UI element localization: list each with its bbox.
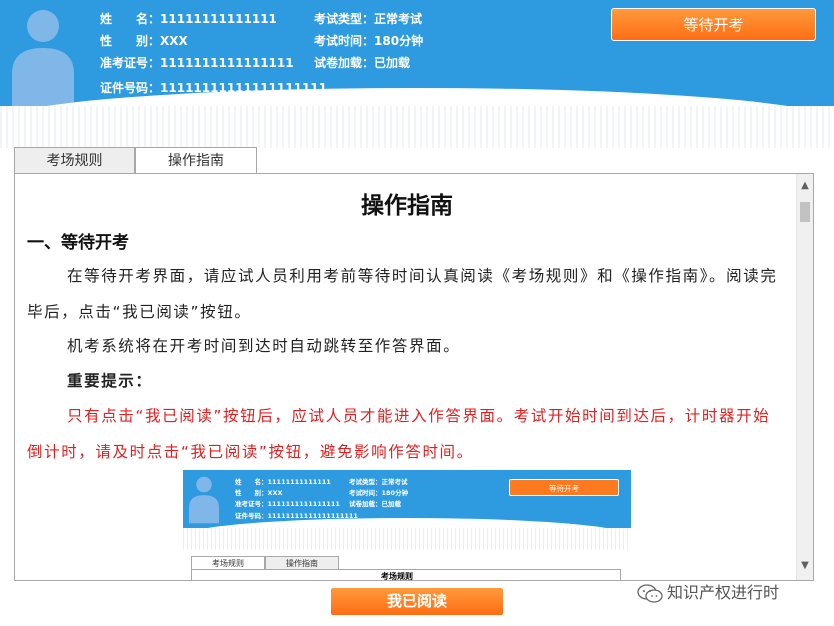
avatar-icon (12, 10, 74, 106)
important-notice: 只有点击“我已阅读”按钮后，应试人员才能进入作答界面。考试开始时间到达后，计时器… (27, 407, 771, 461)
candidate-name: 姓 名：11111111111111 (100, 12, 277, 26)
guide-content: 操作指南 一、等待开考 在等待开考界面，请应试人员利用考前等待时间认真阅读《考场… (15, 174, 799, 580)
wait-for-exam-button[interactable]: 等待开考 (611, 8, 816, 41)
paragraph-instructions: 在等待开考界面，请应试人员利用考前等待时间认真阅读《考场规则》和《操作指南》。阅… (27, 267, 778, 321)
thumb-name: 姓 名：11111111111111 (235, 478, 331, 486)
thumb-tab-rules: 考场规则 (191, 556, 265, 570)
tab-operation-guide[interactable]: 操作指南 (135, 147, 257, 175)
wechat-icon (637, 583, 663, 603)
thumb-gender: 性 别：XXX (235, 489, 283, 497)
scroll-thumb[interactable] (800, 202, 810, 222)
thumb-wait-button: 等待开考 (509, 479, 619, 496)
thumb-tab-guide: 操作指南 (265, 556, 339, 570)
scroll-down-arrow-icon[interactable]: ▼ (797, 558, 813, 574)
paper-load-status: 试卷加载：已加载 (314, 56, 411, 70)
paragraph-auto-jump: 机考系统将在开考时间到达时自动跳转至作答界面。 (67, 337, 461, 355)
exam-time: 考试时间：180分钟 (314, 34, 424, 48)
exam-type: 考试类型：正常考试 (314, 12, 423, 26)
thumb-panel: 考场规则 (191, 569, 621, 580)
guide-panel: 操作指南 一、等待开考 在等待开考界面，请应试人员利用考前等待时间认真阅读《考场… (14, 173, 814, 581)
i-have-read-button[interactable]: 我已阅读 (331, 588, 503, 615)
tab-exam-rules[interactable]: 考场规则 (14, 147, 135, 174)
thumb-type: 考试类型：正常考试 (349, 478, 408, 486)
watermark: 知识产权进行时 (637, 579, 779, 604)
important-heading: 重要提示： (67, 372, 153, 390)
header-stripes (0, 106, 834, 148)
thumb-admission: 准考证号：1111111111111111 (235, 500, 340, 508)
candidate-admission-number: 准考证号：1111111111111111 (100, 56, 294, 70)
document-title: 操作指南 (361, 192, 453, 219)
thumb-stripes (183, 528, 631, 550)
example-screenshot: 姓 名：11111111111111 性 别：XXX 准考证号：11111111… (183, 470, 631, 580)
candidate-gender: 性 别：XXX (100, 34, 188, 48)
thumb-panel-title: 考场规则 (381, 572, 413, 580)
section-heading: 一、等待开考 (27, 233, 129, 253)
scroll-up-arrow-icon[interactable]: ▲ (797, 178, 813, 194)
vertical-scrollbar[interactable]: ▲ ▼ (796, 174, 813, 580)
thumb-avatar-icon (189, 476, 219, 524)
thumb-time: 考试时间：180分钟 (349, 489, 409, 497)
thumb-paper: 试卷加载：已加载 (349, 500, 401, 508)
